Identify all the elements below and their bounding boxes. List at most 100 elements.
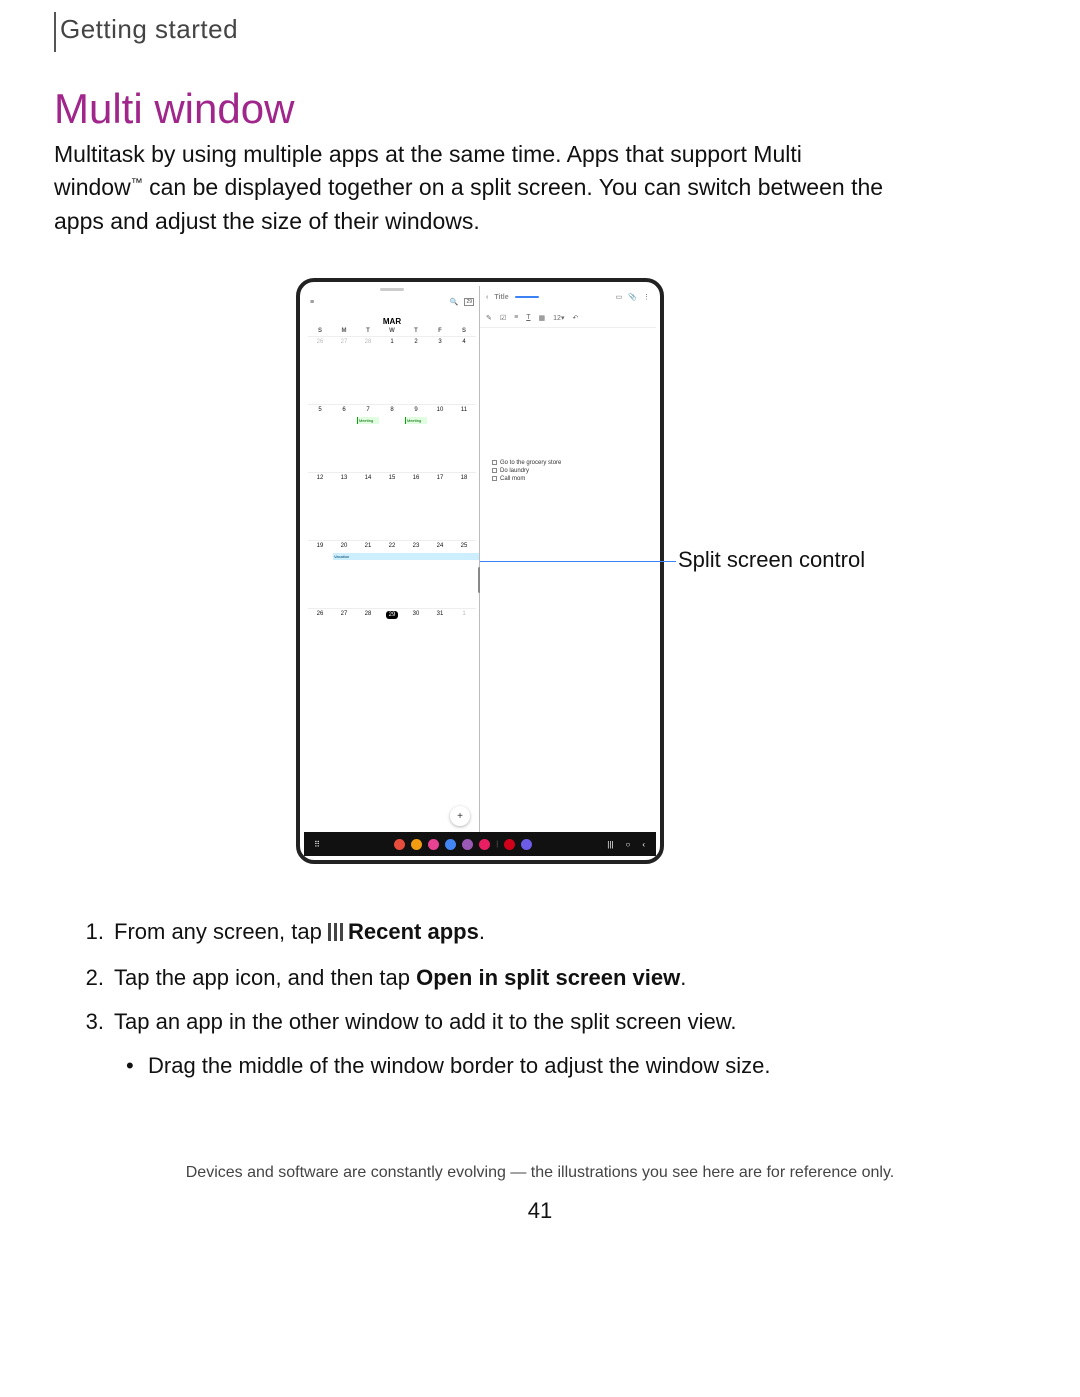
cal-cell: 9Meeting bbox=[404, 405, 428, 472]
checkbox-icon bbox=[492, 476, 497, 481]
list-item: Call mom bbox=[492, 476, 561, 482]
cal-cell: 26 bbox=[308, 609, 332, 676]
app-icon bbox=[411, 839, 422, 850]
undo-icon: ↶ bbox=[572, 314, 578, 322]
calendar-row: 26 27 28 29 30 31 1 bbox=[308, 608, 476, 676]
cal-cell: 31 bbox=[428, 609, 452, 676]
grid-icon: ▦ bbox=[539, 314, 546, 322]
step-2: 2. Tap the app icon, and then tap Open i… bbox=[84, 962, 894, 994]
cal-cell: 21 bbox=[356, 541, 380, 608]
step-text: Tap the app icon, and then tap bbox=[114, 965, 416, 990]
cal-cell: 5 bbox=[308, 405, 332, 472]
cal-cell-today: 29 bbox=[380, 609, 404, 676]
more-icon: ⋮ bbox=[643, 293, 650, 301]
cal-cell: 6 bbox=[332, 405, 356, 472]
dow: F bbox=[428, 326, 452, 336]
menu-icon: ≡ bbox=[310, 299, 314, 306]
cal-cell: 30 bbox=[404, 609, 428, 676]
step-bold: Open in split screen view bbox=[416, 965, 680, 990]
cal-cell: 22 bbox=[380, 541, 404, 608]
cal-cell: 15 bbox=[380, 473, 404, 540]
title-underline-icon bbox=[515, 296, 539, 298]
cal-cell: 14 bbox=[356, 473, 380, 540]
cal-cell: 23 bbox=[404, 541, 428, 608]
intro-text-2: can be displayed together on a split scr… bbox=[54, 174, 883, 233]
cal-cell: 24 bbox=[428, 541, 452, 608]
cal-cell: 12 bbox=[308, 473, 332, 540]
cal-cell: 18 bbox=[452, 473, 476, 540]
cal-cell: 11 bbox=[452, 405, 476, 472]
today-icon: 29 bbox=[464, 298, 474, 306]
dow: S bbox=[452, 326, 476, 336]
cal-cell: 20Vacation bbox=[332, 541, 356, 608]
list-item: Do laundry bbox=[492, 468, 561, 474]
calendar-row: 26 27 28 1 2 3 4 bbox=[308, 336, 476, 404]
dow: M bbox=[332, 326, 356, 336]
cal-cell: 26 bbox=[308, 337, 332, 404]
add-event-button: + bbox=[450, 806, 470, 826]
callout-leader-line bbox=[480, 561, 676, 562]
cal-cell: 27 bbox=[332, 337, 356, 404]
cal-cell: 16 bbox=[404, 473, 428, 540]
calendar-row: 12 13 14 15 16 17 18 bbox=[308, 472, 476, 540]
cal-cell: 28 bbox=[356, 337, 380, 404]
cal-cell: 1 bbox=[452, 609, 476, 676]
align-icon: ≡ bbox=[514, 314, 518, 321]
app-icon bbox=[428, 839, 439, 850]
event-meeting: Meeting bbox=[405, 417, 427, 424]
callout-label: Split screen control bbox=[678, 547, 865, 573]
cal-cell: 10 bbox=[428, 405, 452, 472]
event-meeting: Meeting bbox=[357, 417, 379, 424]
page-number: 41 bbox=[0, 1198, 1080, 1224]
attach-icon: 📎 bbox=[628, 293, 637, 301]
font-size-label: 12▾ bbox=[553, 314, 564, 322]
cal-cell: 25 bbox=[452, 541, 476, 608]
dow: W bbox=[380, 326, 404, 336]
cal-cell: 1 bbox=[380, 337, 404, 404]
step-1: 1. From any screen, tap Recent apps. bbox=[84, 916, 894, 950]
calendar-dow-header: S M T W T F S bbox=[308, 326, 476, 336]
back-nav-icon: ‹ bbox=[642, 840, 645, 849]
cal-cell: 7Meeting bbox=[356, 405, 380, 472]
step-number: 3. bbox=[84, 1006, 104, 1038]
apps-grid-icon: ⠿ bbox=[312, 839, 322, 849]
step-text: Tap an app in the other window to add it… bbox=[114, 1006, 737, 1038]
split-pane-right-notes: ‹ Title ▭ 📎 ⋮ ✎ ☑ ≡ T ▦ 12▾ ↶ Go to the … bbox=[480, 286, 656, 832]
list-item: Go to the grocery store bbox=[492, 460, 561, 466]
step-3: 3. Tap an app in the other window to add… bbox=[84, 1006, 894, 1038]
app-icon bbox=[521, 839, 532, 850]
app-icon bbox=[504, 839, 515, 850]
calendar-row: 19 20Vacation 21 22 23 24 25 bbox=[308, 540, 476, 608]
text-style-icon: T bbox=[526, 314, 530, 321]
app-icon bbox=[394, 839, 405, 850]
notes-toolbar-top: ‹ Title ▭ 📎 ⋮ bbox=[480, 286, 656, 308]
dow: T bbox=[404, 326, 428, 336]
step-bold: Recent apps bbox=[348, 919, 479, 944]
cal-cell: 8 bbox=[380, 405, 404, 472]
phone-frame: ≡ 🔍 29 MAR S M T W T F S 26 27 bbox=[296, 278, 664, 864]
checkbox-icon bbox=[492, 468, 497, 473]
bullet-icon: • bbox=[126, 1050, 138, 1082]
calendar-toolbar: ≡ 🔍 29 bbox=[304, 291, 480, 313]
cal-cell: 13 bbox=[332, 473, 356, 540]
app-icon bbox=[479, 839, 490, 850]
recent-nav-icon: ||| bbox=[607, 840, 613, 849]
cal-cell: 19 bbox=[308, 541, 332, 608]
notes-format-toolbar: ✎ ☑ ≡ T ▦ 12▾ ↶ bbox=[480, 308, 656, 328]
step-number: 2. bbox=[84, 962, 104, 994]
breadcrumb: Getting started bbox=[60, 14, 238, 45]
cal-cell: 4 bbox=[452, 337, 476, 404]
cal-cell: 27 bbox=[332, 609, 356, 676]
step-suffix: . bbox=[479, 919, 485, 944]
cal-cell: 3 bbox=[428, 337, 452, 404]
intro-paragraph: Multitask by using multiple apps at the … bbox=[54, 138, 884, 238]
checkbox-icon bbox=[492, 460, 497, 465]
app-icon bbox=[462, 839, 473, 850]
step-bullet: • Drag the middle of the window border t… bbox=[126, 1050, 894, 1082]
step-suffix: . bbox=[680, 965, 686, 990]
note-title-label: Title bbox=[494, 294, 508, 301]
check-icon: ☑ bbox=[500, 314, 506, 322]
calendar-grid: S M T W T F S 26 27 28 1 2 3 4 bbox=[304, 326, 480, 676]
header-rule bbox=[54, 12, 56, 52]
cal-cell: 28 bbox=[356, 609, 380, 676]
